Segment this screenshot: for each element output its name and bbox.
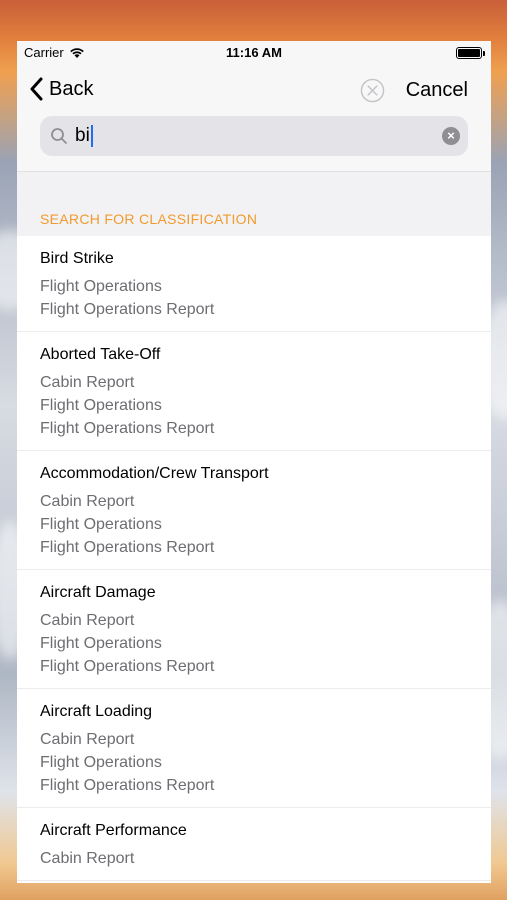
battery-icon (456, 47, 485, 59)
item-title: Aircraft Damage (40, 584, 156, 601)
status-bar: Carrier 11:16 AM (17, 41, 491, 65)
list-item[interactable]: Bird Strike Flight Operations Flight Ope… (17, 236, 491, 332)
item-title: Aborted Take-Off (40, 346, 161, 363)
navigation-bar: Back Cancel bi × (17, 65, 491, 172)
chevron-left-icon (30, 77, 43, 101)
item-category: Flight Operations (40, 397, 162, 414)
item-category: Cabin Report (40, 850, 135, 867)
item-category: Flight Operations (40, 516, 162, 533)
item-category: Flight Operations (40, 754, 162, 771)
item-title: Bird Strike (40, 250, 114, 267)
cancel-button[interactable]: Cancel (406, 79, 468, 102)
item-category: Flight Operations Report (40, 777, 215, 794)
search-field[interactable]: bi × (40, 116, 468, 156)
item-title: Aircraft Performance (40, 822, 187, 839)
back-button[interactable]: Back (29, 77, 93, 101)
item-category: Flight Operations Report (40, 420, 215, 437)
clock: 11:16 AM (226, 45, 282, 60)
app-screen: Carrier 11:16 AM Back Cancel bi × SEARCH… (17, 41, 491, 883)
item-category: Cabin Report (40, 612, 135, 629)
section-header: SEARCH FOR CLASSIFICATION (17, 172, 491, 236)
item-category: Flight Operations Report (40, 658, 215, 675)
item-title: Aircraft Loading (40, 703, 153, 720)
clear-circle-icon[interactable] (360, 78, 385, 103)
list-item[interactable]: Aircraft Loading Cabin Report Flight Ope… (17, 689, 491, 808)
section-header-label: SEARCH FOR CLASSIFICATION (40, 211, 258, 227)
item-category: Flight Operations (40, 635, 162, 652)
list-item[interactable]: Aircraft Damage Cabin Report Flight Oper… (17, 570, 491, 689)
text-cursor (90, 124, 93, 147)
item-category: Flight Operations Report (40, 301, 215, 318)
list-item[interactable]: Accommodation/Crew Transport Cabin Repor… (17, 451, 491, 570)
results-list: Bird Strike Flight Operations Flight Ope… (17, 236, 491, 881)
list-item[interactable]: Aircraft Performance Cabin Report (17, 808, 491, 881)
item-category: Cabin Report (40, 731, 135, 748)
item-category: Cabin Report (40, 493, 135, 510)
list-item[interactable]: Aborted Take-Off Cabin Report Flight Ope… (17, 332, 491, 451)
item-title: Accommodation/Crew Transport (40, 465, 269, 482)
item-category: Cabin Report (40, 374, 135, 391)
clear-search-icon[interactable]: × (442, 127, 460, 145)
search-icon (51, 128, 67, 144)
back-label: Back (49, 77, 94, 100)
item-category: Flight Operations (40, 278, 162, 295)
item-category: Flight Operations Report (40, 539, 215, 556)
search-input[interactable]: bi (75, 125, 90, 146)
